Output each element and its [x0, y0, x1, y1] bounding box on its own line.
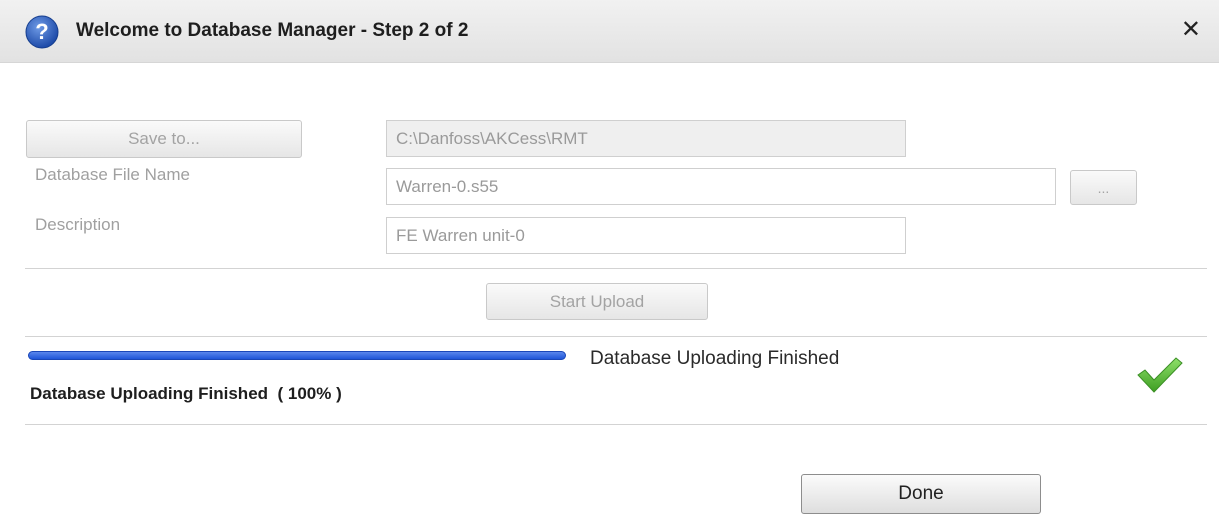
file-name-value: Warren-0.s55 [396, 176, 499, 196]
save-to-button[interactable]: Save to... [26, 120, 302, 158]
file-name-input[interactable]: Warren-0.s55 [386, 168, 1056, 205]
close-icon[interactable]: ✕ [1181, 18, 1201, 42]
svg-text:?: ? [35, 19, 48, 44]
browse-button[interactable]: ... [1070, 170, 1137, 205]
dialog-titlebar: ? Welcome to Database Manager - Step 2 o… [0, 0, 1219, 63]
divider-middle [25, 336, 1207, 337]
help-icon: ? [25, 15, 59, 49]
description-label: Description [35, 215, 121, 234]
progress-status-text: Database Uploading Finished [590, 348, 840, 369]
description-value: FE Warren unit-0 [396, 225, 525, 245]
browse-button-label: ... [1097, 179, 1110, 196]
done-button-label: Done [898, 483, 944, 504]
start-upload-button-label: Start Upload [549, 291, 645, 311]
dialog-title: Welcome to Database Manager - Step 2 of … [76, 20, 469, 41]
upload-progress-bar [28, 351, 566, 360]
start-upload-button[interactable]: Start Upload [486, 283, 708, 320]
upload-status-line: Database Uploading Finished ( 100% ) [30, 384, 342, 403]
save-path-field[interactable]: C:\Danfoss\AKCess\RMT [386, 120, 906, 157]
done-button[interactable]: Done [801, 474, 1041, 514]
divider-bottom [25, 424, 1207, 425]
divider-top [25, 268, 1207, 269]
save-path-value: C:\Danfoss\AKCess\RMT [396, 128, 588, 148]
description-input[interactable]: FE Warren unit-0 [386, 217, 906, 254]
check-icon [1137, 357, 1183, 393]
file-name-label: Database File Name [35, 165, 190, 184]
save-to-button-label: Save to... [128, 129, 200, 148]
